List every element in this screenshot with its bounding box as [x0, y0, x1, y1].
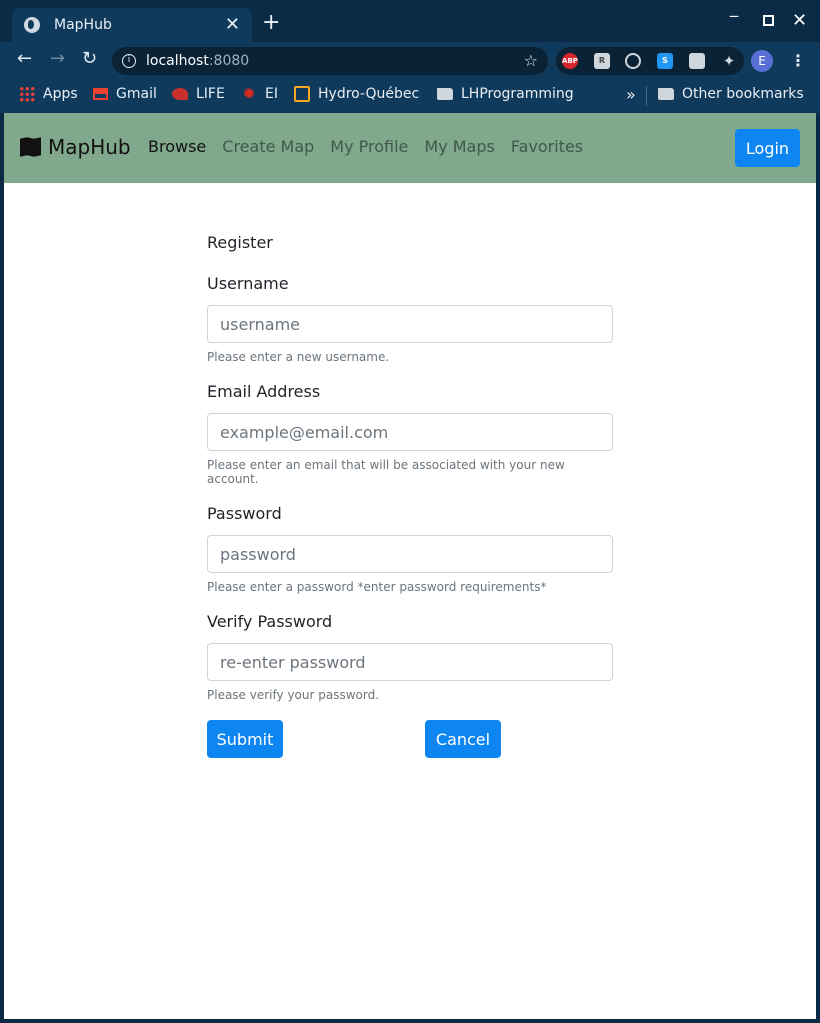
bookmarks-bar: Apps Gmail LIFE ✹ EI Hydro-Québec LHProg…	[0, 80, 820, 113]
reload-icon[interactable]: ↻	[82, 50, 97, 68]
hydro-quebec-icon	[294, 86, 310, 102]
brand-name: MapHub	[48, 135, 131, 159]
password-group: Password Please enter a password *enter …	[207, 504, 613, 594]
maximize-icon[interactable]	[763, 15, 774, 26]
page-viewport: MapHub Browse Create Map My Profile My M…	[4, 113, 816, 1019]
bookmark-label: EI	[265, 86, 278, 102]
email-input[interactable]	[207, 413, 613, 451]
minimize-icon[interactable]: ‒	[729, 6, 739, 25]
nav-links: Browse Create Map My Profile My Maps Fav…	[148, 137, 599, 156]
nav-my-profile[interactable]: My Profile	[330, 137, 408, 156]
bookmark-ei[interactable]: ✹ EI	[241, 84, 278, 103]
form-actions: Submit Cancel	[207, 720, 613, 758]
bookmark-apps[interactable]: Apps	[19, 86, 78, 102]
extensions-bar: ABP R S ✦	[556, 47, 744, 75]
login-button[interactable]: Login	[735, 129, 800, 167]
username-input[interactable]	[207, 305, 613, 343]
nav-create-map[interactable]: Create Map	[222, 137, 314, 156]
extension-s-icon[interactable]: S	[657, 53, 673, 69]
bookmark-label: Apps	[43, 86, 78, 102]
apps-icon	[19, 86, 35, 102]
brand[interactable]: MapHub	[20, 135, 131, 159]
bookmark-label: LIFE	[196, 86, 225, 102]
profile-avatar[interactable]: E	[751, 50, 773, 72]
verify-password-group: Verify Password Please verify your passw…	[207, 612, 613, 702]
bookmark-label: Other bookmarks	[682, 86, 804, 102]
globe-icon	[24, 17, 40, 33]
url-host: localhost	[146, 53, 209, 69]
bookmarks-divider	[646, 86, 647, 106]
puzzle-icon[interactable]: ✦	[721, 53, 737, 69]
new-tab-icon[interactable]: +	[262, 12, 280, 34]
close-window-icon[interactable]: ✕	[792, 10, 807, 31]
extension-square-icon[interactable]	[689, 53, 705, 69]
site-navbar: MapHub Browse Create Map My Profile My M…	[4, 113, 816, 183]
folder-icon	[658, 88, 674, 100]
submit-button[interactable]: Submit	[207, 720, 283, 758]
username-help: Please enter a new username.	[207, 350, 390, 364]
bookmark-label: Hydro-Québec	[318, 86, 420, 102]
tab-title: MapHub	[54, 17, 112, 33]
map-icon	[20, 137, 42, 157]
nav-my-maps[interactable]: My Maps	[424, 137, 494, 156]
bookmark-gmail[interactable]: Gmail	[93, 86, 157, 102]
folder-icon	[437, 88, 453, 100]
tab-strip: MapHub ✕ + ‒ ✕	[0, 0, 820, 42]
password-input[interactable]	[207, 535, 613, 573]
life-icon	[172, 88, 188, 100]
maple-leaf-icon: ✹	[242, 84, 256, 103]
extension-globe-icon[interactable]	[625, 53, 641, 69]
verify-password-help: Please verify your password.	[207, 688, 380, 702]
form-heading: Register	[207, 233, 273, 252]
register-form: Register Username Please enter a new use…	[207, 233, 613, 758]
bookmark-other[interactable]: Other bookmarks	[658, 86, 804, 102]
nav-favorites[interactable]: Favorites	[511, 137, 583, 156]
adblock-icon[interactable]: ABP	[562, 53, 578, 69]
email-group: Email Address Please enter an email that…	[207, 382, 613, 486]
extension-r-icon[interactable]: R	[594, 53, 610, 69]
verify-password-label: Verify Password	[207, 612, 333, 631]
username-group: Username Please enter a new username.	[207, 274, 613, 364]
password-label: Password	[207, 504, 282, 523]
browser-tab[interactable]: MapHub ✕	[12, 8, 252, 42]
back-icon[interactable]: ←	[17, 50, 32, 68]
cancel-button[interactable]: Cancel	[425, 720, 501, 758]
bookmark-life[interactable]: LIFE	[172, 86, 225, 102]
bookmark-label: Gmail	[116, 86, 157, 102]
close-tab-icon[interactable]: ✕	[225, 16, 240, 34]
bookmark-lhprogramming[interactable]: LHProgramming	[437, 86, 574, 102]
more-bookmarks-icon[interactable]: »	[626, 85, 636, 104]
bookmark-star-icon[interactable]: ☆	[524, 51, 538, 70]
email-help: Please enter an email that will be assoc…	[207, 458, 565, 486]
nav-browse[interactable]: Browse	[148, 137, 206, 156]
bookmark-hydro-quebec[interactable]: Hydro-Québec	[294, 86, 419, 102]
verify-password-input[interactable]	[207, 643, 613, 681]
username-label: Username	[207, 274, 289, 293]
bookmark-label: LHProgramming	[461, 86, 574, 102]
gmail-icon	[93, 88, 108, 100]
info-icon[interactable]: i	[122, 54, 136, 68]
address-bar[interactable]: i localhost:8080 ☆	[112, 47, 548, 75]
password-help: Please enter a password *enter password …	[207, 580, 547, 594]
url-port: :8080	[208, 53, 250, 69]
email-label: Email Address	[207, 382, 321, 401]
menu-kebab-icon[interactable]: ⋮	[790, 51, 806, 70]
forward-icon[interactable]: →	[50, 50, 65, 68]
browser-toolbar: ← → ↻ i localhost:8080 ☆ ABP R S ✦ E ⋮	[0, 42, 820, 80]
